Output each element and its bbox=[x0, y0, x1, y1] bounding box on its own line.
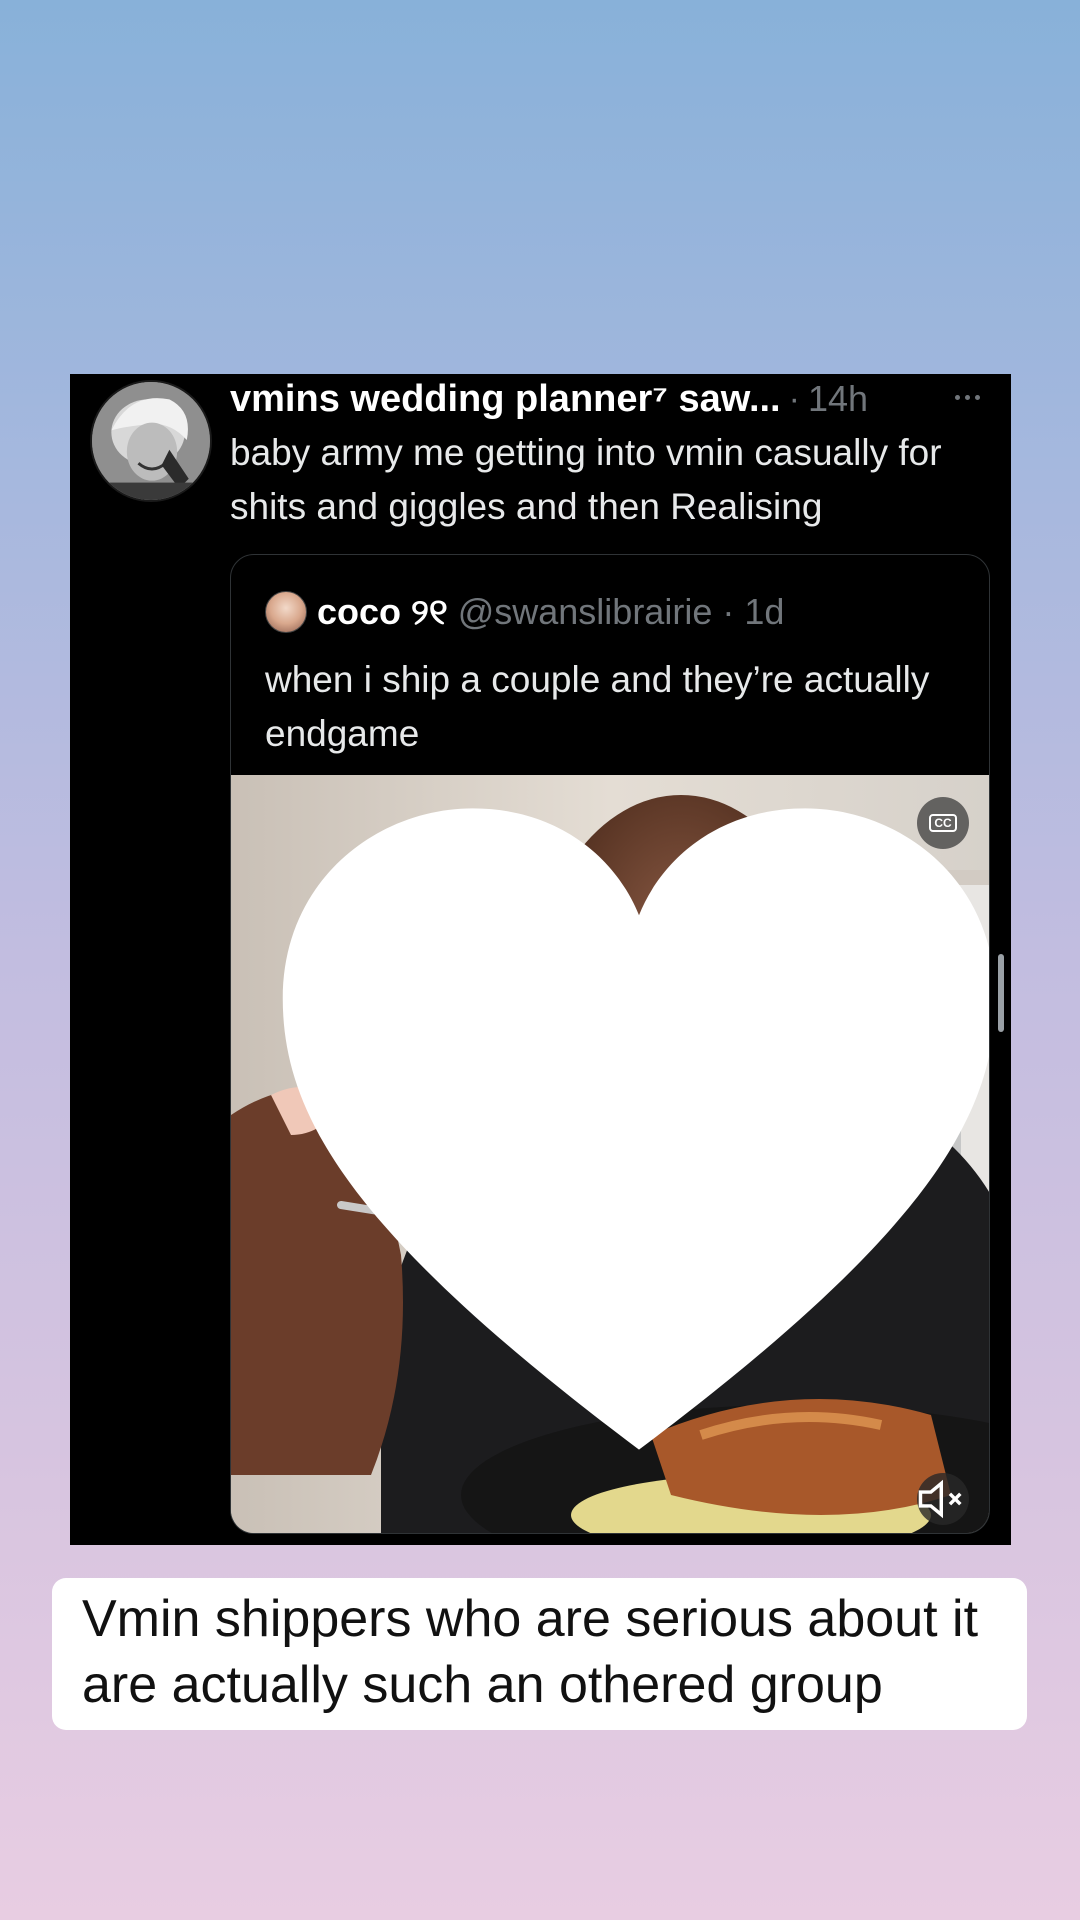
quoted-tweet-timestamp: 1d bbox=[744, 591, 785, 632]
tweet-text: baby army me getting into vmin casually … bbox=[230, 432, 942, 527]
author-avatar[interactable] bbox=[90, 380, 212, 502]
tweet-timestamp[interactable]: 14h bbox=[808, 378, 868, 420]
quoted-tweet-header: coco ୨୧ @swanslibrairie · 1d bbox=[265, 585, 784, 639]
video-player[interactable]: CC bbox=[231, 775, 990, 1533]
quoted-author-avatar[interactable] bbox=[265, 591, 307, 633]
author-display-name[interactable]: vmins wedding planner⁷ saw... bbox=[230, 378, 781, 421]
tweet-card[interactable]: vmins wedding planner⁷ saw... · 14h baby… bbox=[70, 374, 1011, 1545]
more-horizontal-icon[interactable] bbox=[947, 382, 987, 412]
separator-dot: · bbox=[788, 379, 800, 418]
tweet-header: vmins wedding planner⁷ saw... · 14h bbox=[230, 374, 991, 424]
avatar-image bbox=[92, 382, 210, 500]
caption-overlay: Vmin shippers who are serious about it a… bbox=[52, 1578, 1027, 1730]
quoted-tweet[interactable]: coco ୨୧ @swanslibrairie · 1d when i ship… bbox=[230, 554, 990, 1534]
scroll-indicator[interactable] bbox=[998, 954, 1004, 1032]
heart-icon[interactable] bbox=[259, 775, 990, 1509]
separator-dot: · bbox=[722, 591, 735, 632]
quoted-author-handle: @swanslibrairie bbox=[457, 591, 713, 632]
quoted-author-display-name: coco ୨୧ bbox=[317, 590, 448, 632]
quoted-tweet-text: when i ship a couple and they’re actuall… bbox=[265, 659, 930, 754]
